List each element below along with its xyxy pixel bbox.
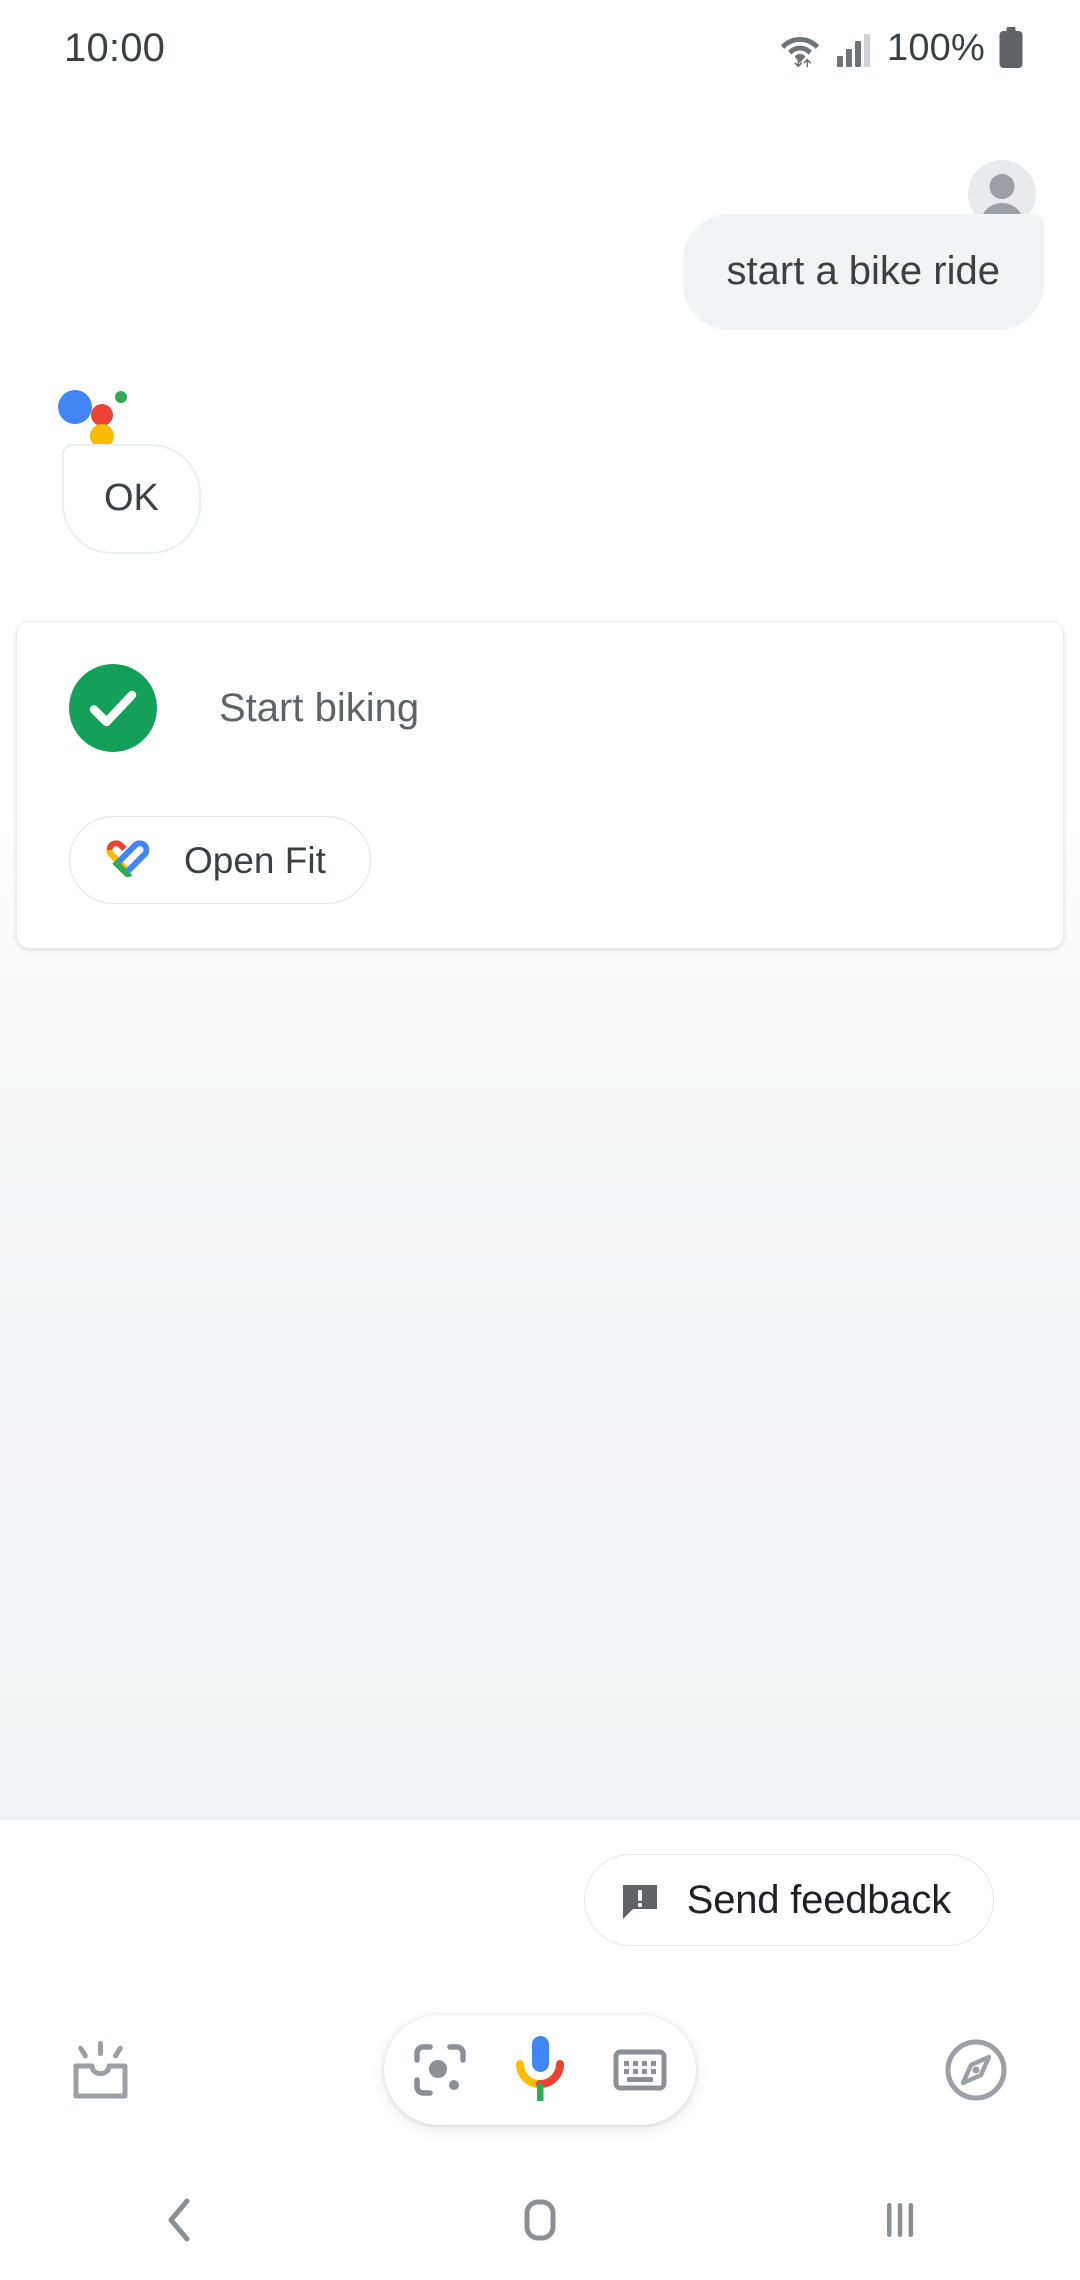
status-clock: 10:00 <box>64 25 166 70</box>
status-bar: 10:00 100% <box>0 0 1080 96</box>
open-fit-button[interactable]: Open Fit <box>69 816 371 904</box>
conversation-area: start a bike ride OK Start biking Open F… <box>0 96 1080 1820</box>
system-navigation-bar <box>0 2160 1080 2280</box>
status-indicators: 100% <box>779 27 1024 70</box>
keyboard-icon[interactable] <box>612 2042 668 2098</box>
avatar-head <box>989 174 1015 199</box>
google-lens-icon[interactable] <box>412 2042 468 2098</box>
user-message-text: start a bike ride <box>682 214 1044 330</box>
assistant-message-text: OK <box>62 444 201 554</box>
snapshot-updates-icon[interactable] <box>48 2018 152 2122</box>
battery-percent-label: 100% <box>887 26 985 69</box>
assistant-logo-green-dot <box>115 391 127 403</box>
send-feedback-button[interactable]: Send feedback <box>583 1854 994 1946</box>
assistant-turn: OK <box>0 386 201 554</box>
google-fit-icon <box>106 840 150 878</box>
battery-full-icon <box>999 27 1023 68</box>
user-message-bubble[interactable]: start a bike ride <box>682 214 1044 330</box>
send-feedback-label: Send feedback <box>686 1878 951 1922</box>
wifi-data-icon <box>781 37 819 68</box>
google-microphone-icon[interactable] <box>510 2034 570 2106</box>
cellular-signal-icon <box>837 34 870 67</box>
check-circle-icon <box>69 664 157 752</box>
card-status-label: Start biking <box>219 686 420 730</box>
back-chevron-icon[interactable] <box>0 2192 360 2248</box>
home-square-icon[interactable] <box>360 2192 720 2248</box>
assistant-screen: 10:00 100% start a bike ride OK Start bi… <box>0 0 1080 2280</box>
assistant-logo-blue-dot <box>58 390 92 424</box>
open-fit-label: Open Fit <box>184 839 326 881</box>
card-status-row: Start biking <box>17 664 1063 752</box>
user-turn: start a bike ride <box>0 160 1080 330</box>
assistant-input-pill <box>384 2015 696 2125</box>
feedback-bubble-icon <box>622 1885 657 1919</box>
explore-compass-icon[interactable] <box>924 2018 1028 2122</box>
start-biking-card: Start biking Open Fit <box>16 621 1064 949</box>
google-assistant-logo <box>58 386 140 448</box>
feedback-bar: Send feedback <box>0 1820 1080 1980</box>
assistant-message-bubble: OK <box>62 444 201 554</box>
assistant-toolbar <box>0 1980 1080 2160</box>
assistant-logo-red-dot <box>91 404 113 426</box>
recents-bars-icon[interactable] <box>720 2192 1080 2248</box>
